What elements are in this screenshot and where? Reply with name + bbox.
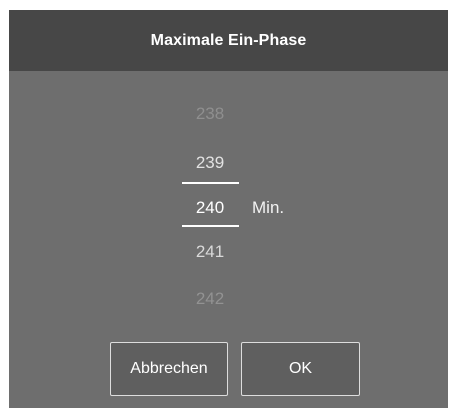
dialog-title-bar: Maximale Ein-Phase xyxy=(9,10,448,71)
picker-value-prev-1[interactable]: 239 xyxy=(159,153,261,173)
ok-button[interactable]: OK xyxy=(241,342,360,396)
picker-unit-label: Min. xyxy=(252,198,285,217)
picker-value-prev-2[interactable]: 238 xyxy=(159,104,261,124)
number-picker-dialog: Maximale Ein-Phase 238 239 240 Min. 241 … xyxy=(9,10,448,408)
cancel-button[interactable]: Abbrechen xyxy=(110,342,228,396)
minutes-number-picker[interactable]: 238 239 240 Min. 241 242 xyxy=(9,71,448,331)
picker-value-next-2[interactable]: 242 xyxy=(159,289,261,309)
picker-value-selected[interactable]: 240 xyxy=(159,198,261,218)
picker-selection-divider-bottom xyxy=(182,225,239,227)
picker-value-next-1[interactable]: 241 xyxy=(159,242,261,262)
dialog-title: Maximale Ein-Phase xyxy=(150,31,307,49)
picker-selection-divider-top xyxy=(182,182,239,184)
